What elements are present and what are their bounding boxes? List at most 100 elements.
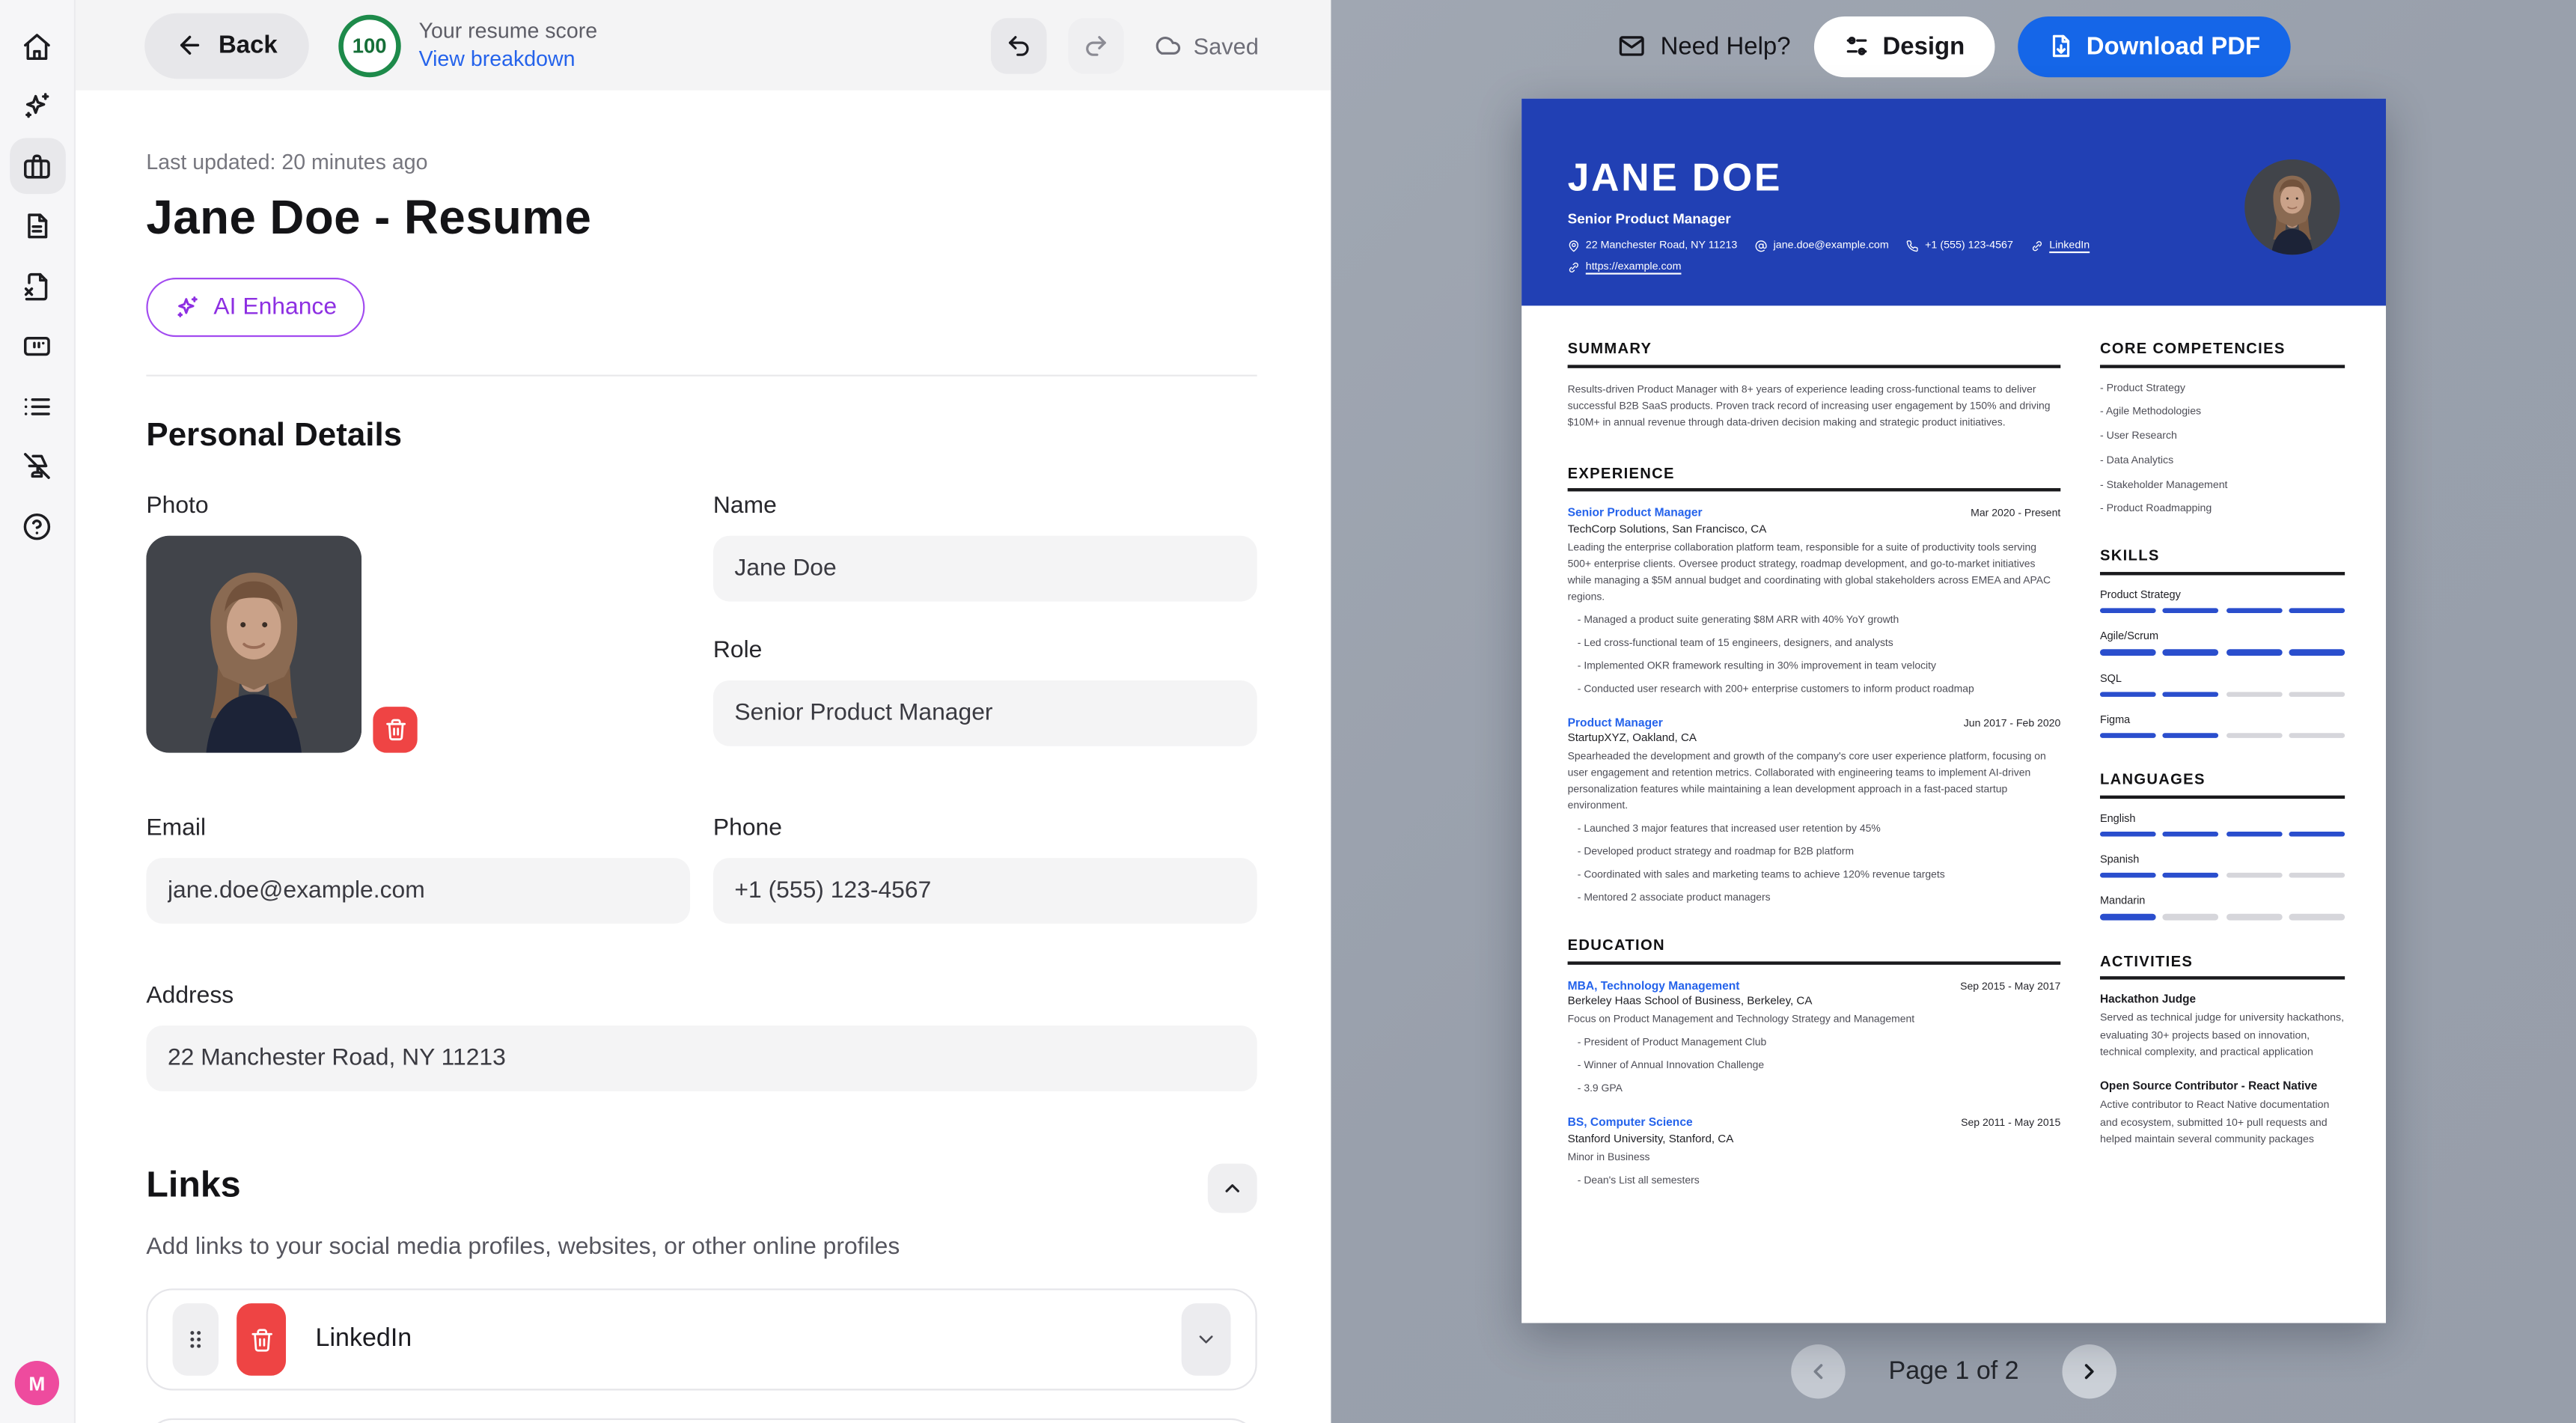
- design-button[interactable]: Design: [1813, 16, 1994, 76]
- contact-text: jane.doe@example.com: [1774, 240, 1889, 252]
- drag-handle[interactable]: [173, 1303, 219, 1376]
- skill-segment: [2226, 914, 2281, 919]
- chevron-right-icon: [2076, 1359, 2101, 1384]
- activities-entries: Hackathon JudgeServed as technical judge…: [2100, 994, 2345, 1150]
- resume-body: SUMMARY Results-driven Product Manager w…: [1522, 305, 2386, 1219]
- editor-scroll-area[interactable]: Last updated: 20 minutes ago Jane Doe - …: [76, 91, 1331, 1423]
- experience-dates: Jun 2017 - Feb 2020: [1964, 718, 2061, 729]
- skill-bar: [2100, 608, 2345, 613]
- score-caption: Your resume score: [419, 16, 598, 45]
- skill-segment: [2289, 831, 2345, 836]
- download-pdf-button[interactable]: Download PDF: [2018, 16, 2290, 76]
- education-entries: MBA, Technology ManagementSep 2015 - May…: [1568, 979, 2061, 1186]
- file-x-icon[interactable]: [9, 258, 65, 314]
- back-button[interactable]: Back: [144, 12, 308, 78]
- experience-company: StartupXYZ, Oakland, CA: [1568, 733, 2061, 744]
- skills-heading: SKILLS: [2100, 548, 2345, 575]
- editor-panel: Back 100 Your resume score View breakdow…: [76, 0, 1331, 1423]
- role-input[interactable]: [713, 680, 1257, 746]
- location-icon: [1568, 240, 1580, 252]
- resume-contact-at: jane.doe@example.com: [1755, 240, 1888, 252]
- resume-score: 100 Your resume score View breakdown: [338, 14, 597, 76]
- competency-item: Data Analytics: [2100, 455, 2345, 466]
- lamp-off-icon[interactable]: [9, 438, 65, 494]
- bullet: Dean's List all semesters: [1578, 1174, 2061, 1186]
- home-icon[interactable]: [9, 18, 65, 74]
- skill-segment: [2226, 831, 2281, 836]
- education-heading: EDUCATION: [1568, 937, 2061, 964]
- sparkles-icon: [174, 294, 201, 320]
- delete-photo-button[interactable]: [373, 707, 417, 752]
- user-avatar[interactable]: M: [15, 1361, 59, 1405]
- links-description: Add links to your social media profiles,…: [146, 1234, 1257, 1261]
- editor-toolbar: Back 100 Your resume score View breakdow…: [76, 0, 1331, 91]
- skill-bar: [2100, 914, 2345, 919]
- help-icon[interactable]: [9, 498, 65, 554]
- email-input[interactable]: [146, 858, 690, 924]
- experience-section: EXPERIENCE Senior Product ManagerMar 202…: [1568, 464, 2061, 904]
- education-school: Berkeley Haas School of Business, Berkel…: [1568, 996, 2061, 1008]
- expand-link-button[interactable]: [1182, 1303, 1231, 1376]
- resume-contact-link: https://example.com: [1568, 261, 1682, 273]
- undo-button[interactable]: [992, 17, 1048, 73]
- skill-segment: [2163, 650, 2218, 655]
- address-input[interactable]: [146, 1026, 1257, 1091]
- education-bullets: Dean's List all semesters: [1568, 1174, 2061, 1186]
- briefcase-icon[interactable]: [9, 138, 65, 194]
- saved-label: Saved: [1194, 32, 1259, 58]
- redo-button[interactable]: [1069, 17, 1125, 73]
- skill-segment: [2100, 650, 2155, 655]
- skill-segment: [2289, 733, 2345, 738]
- ai-sparkles-icon[interactable]: [9, 78, 65, 134]
- section-divider: [146, 375, 1257, 377]
- chevron-left-icon: [1807, 1359, 1831, 1384]
- resume-header: JANE DOE Senior Product Manager 22 Manch…: [1522, 99, 2386, 306]
- activity-entry: Open Source Contributor - React NativeAc…: [2100, 1082, 2345, 1151]
- activities-heading: ACTIVITIES: [2100, 952, 2345, 979]
- resume-contact-location: 22 Manchester Road, NY 11213: [1568, 240, 1738, 252]
- education-dates: Sep 2015 - May 2017: [1960, 981, 2060, 992]
- name-input[interactable]: [713, 536, 1257, 602]
- bullet: Mentored 2 associate product managers: [1578, 893, 2061, 904]
- experience-entry: Senior Product ManagerMar 2020 - Present…: [1568, 506, 2061, 695]
- activity-title: Hackathon Judge: [2100, 994, 2345, 1005]
- core-competencies-heading: CORE COMPETENCIES: [2100, 340, 2345, 367]
- bullet: Conducted user research with 200+ enterp…: [1578, 683, 2061, 695]
- skill-name: Spanish: [2100, 855, 2345, 866]
- photo-image[interactable]: [146, 536, 361, 753]
- at-sign-icon: [1755, 240, 1767, 252]
- education-bullets: President of Product Management ClubWinn…: [1568, 1037, 2061, 1095]
- ai-enhance-button[interactable]: AI Enhance: [146, 278, 364, 337]
- ai-enhance-label: AI Enhance: [213, 294, 337, 320]
- arrow-left-icon: [176, 31, 204, 59]
- resume-page: JANE DOE Senior Product Manager 22 Manch…: [1522, 99, 2386, 1323]
- collapse-links-button[interactable]: [1208, 1163, 1257, 1213]
- skill-segment: [2226, 691, 2281, 696]
- resume-contact-link: LinkedIn: [2031, 240, 2090, 252]
- links-list: LinkedInhttps://example.com: [146, 1288, 1257, 1423]
- activity-title: Open Source Contributor - React Native: [2100, 1082, 2345, 1094]
- mail-icon: [1617, 31, 1647, 61]
- skill-segment: [2163, 691, 2218, 696]
- download-label: Download PDF: [2087, 32, 2260, 60]
- delete-link-button[interactable]: [236, 1303, 286, 1376]
- competency-item: Product Strategy: [2100, 382, 2345, 393]
- need-help-button[interactable]: Need Help?: [1617, 31, 1790, 61]
- next-page-button[interactable]: [2062, 1344, 2116, 1398]
- view-breakdown-link[interactable]: View breakdown: [419, 46, 576, 71]
- back-label: Back: [219, 31, 278, 59]
- skill-segment: [2163, 733, 2218, 738]
- document-icon[interactable]: [9, 198, 65, 255]
- skill-segment: [2100, 914, 2155, 919]
- score-value: 100: [352, 34, 387, 57]
- bullet: Developed product strategy and roadmap f…: [1578, 847, 2061, 858]
- file-download-icon: [2047, 33, 2073, 59]
- phone-input[interactable]: [713, 858, 1257, 924]
- list-icon[interactable]: [9, 378, 65, 434]
- previous-page-button[interactable]: [1792, 1344, 1846, 1398]
- skill-item: English: [2100, 813, 2345, 836]
- skill-name: Product Strategy: [2100, 590, 2345, 601]
- preview-panel: Need Help? Design Download PDF JANE DOE …: [1331, 0, 2576, 1423]
- education-entry: MBA, Technology ManagementSep 2015 - May…: [1568, 979, 2061, 1095]
- board-icon[interactable]: [9, 318, 65, 374]
